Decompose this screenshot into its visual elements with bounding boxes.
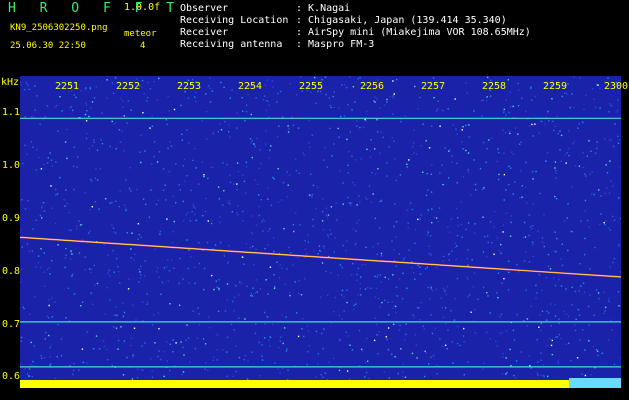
x-tick-label: 2251 (55, 81, 80, 92)
x-tick-label: 2259 (543, 81, 568, 92)
signal-trace-core (20, 236, 621, 278)
datetime-label: 25.06.30 22:50 (10, 41, 86, 51)
location-label: Receiving Location (180, 15, 289, 26)
x-tick-label: 2255 (299, 81, 324, 92)
mode-label: meteor (124, 29, 157, 39)
spectrogram-plot[interactable] (20, 76, 621, 388)
filename-label: KN9_2506302250.png (10, 23, 108, 33)
x-tick-label: 2253 (177, 81, 202, 92)
x-tick-label: 2258 (482, 81, 507, 92)
x-tick-label: 2300 (604, 81, 629, 92)
version-label: 1.0.0f (124, 2, 161, 13)
y-tick-label: 0.7 (2, 318, 21, 330)
signal-strength-bar-end (569, 378, 621, 388)
y-axis-unit: kHz (1, 77, 20, 88)
location-value: : Chigasaki, Japan (139.414 35.340) (296, 15, 507, 26)
header-panel: H R O F F T 1.0.0f KN9_2506302250.png me… (0, 0, 629, 75)
antenna-label: Receiving antenna (180, 39, 283, 50)
receiver-value: : AirSpy mini (Miakejima VOR 108.65MHz) (296, 27, 531, 38)
antenna-value: : Maspro FM-3 (296, 39, 375, 50)
x-tick-label: 2256 (360, 81, 385, 92)
count-label: 4 (140, 41, 146, 51)
signal-strength-bar (20, 380, 569, 388)
x-tick-label: 2257 (421, 81, 446, 92)
x-tick-label: 2252 (116, 81, 141, 92)
y-axis-panel (0, 76, 20, 400)
receiver-label: Receiver (180, 27, 229, 38)
spectrogram-svg (20, 76, 621, 388)
noise-field (20, 76, 621, 388)
right-margin (621, 76, 629, 400)
observer-label: Observer (180, 3, 229, 14)
observer-value: : K.Nagai (296, 3, 351, 14)
y-tick-label: 0.6 (2, 371, 21, 383)
y-tick-label: 0.8 (2, 265, 21, 277)
y-tick-label: 0.9 (2, 212, 21, 224)
x-tick-label: 2254 (238, 81, 263, 92)
y-tick-label: 1.1 (2, 107, 21, 119)
y-tick-label: 1.0 (2, 159, 21, 171)
